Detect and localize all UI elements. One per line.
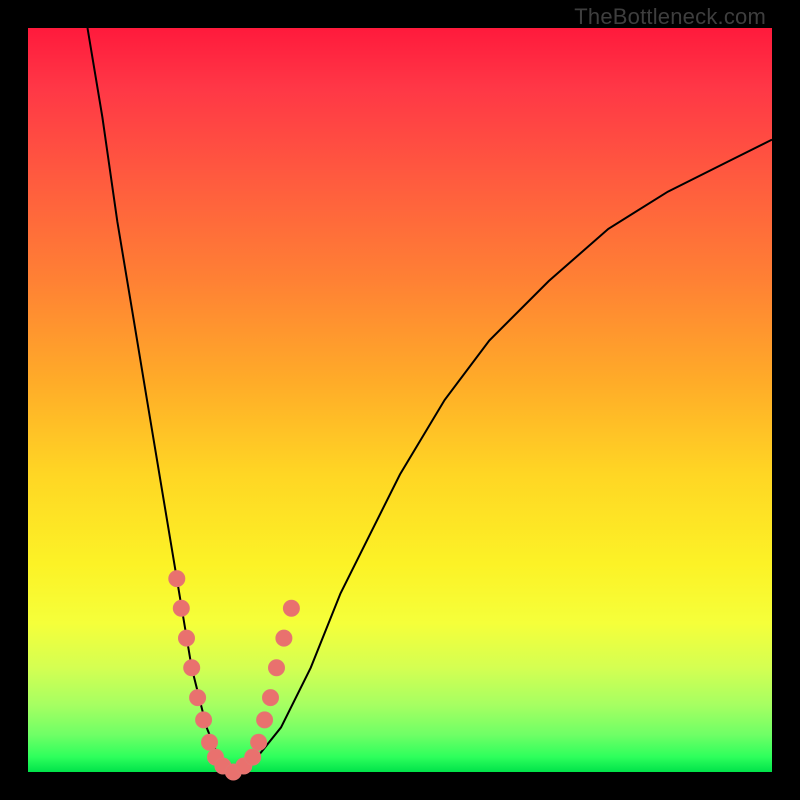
highlight-dot: [173, 600, 189, 616]
highlight-dot: [179, 630, 195, 646]
highlight-dot: [190, 690, 206, 706]
highlight-dot: [202, 734, 218, 750]
highlight-dot: [169, 571, 185, 587]
highlight-dot: [257, 712, 273, 728]
chart-frame: TheBottleneck.com: [0, 0, 800, 800]
watermark-text: TheBottleneck.com: [574, 4, 766, 30]
highlight-dots: [169, 571, 300, 780]
chart-svg: [28, 28, 772, 772]
highlight-dot: [269, 660, 285, 676]
highlight-dot: [263, 690, 279, 706]
plot-area: [28, 28, 772, 772]
highlight-dot: [184, 660, 200, 676]
highlight-dot: [251, 734, 267, 750]
highlight-dot: [276, 630, 292, 646]
highlight-dot: [196, 712, 212, 728]
highlight-dot: [245, 749, 261, 765]
highlight-dot: [283, 600, 299, 616]
